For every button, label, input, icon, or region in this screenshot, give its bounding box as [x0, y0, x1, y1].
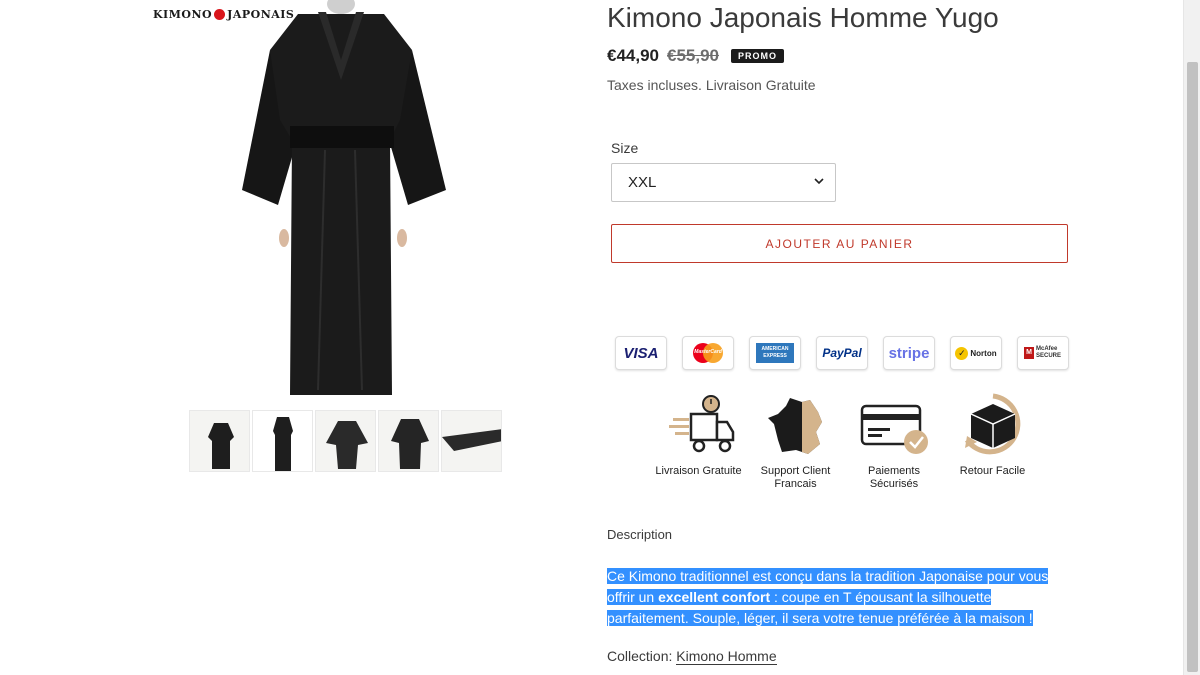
paypal-label: PayPal: [822, 346, 862, 360]
norton-check-icon: ✓: [955, 346, 969, 360]
feature-list: Livraison Gratuite Support Client Franca…: [650, 392, 1041, 491]
description-text: Ce Kimono traditionnel est conçu dans la…: [607, 566, 1057, 629]
size-selected-value: XXL: [628, 174, 657, 191]
page-scrollbar[interactable]: [1183, 0, 1200, 675]
price-row: €44,90 €55,90 PROMO: [607, 46, 785, 66]
thumbnail-1[interactable]: [189, 410, 250, 472]
feature-payment-label: Paiements Sécurisés: [868, 465, 920, 490]
norton-label: Norton: [970, 348, 997, 358]
mcafee-shield-icon: M: [1024, 347, 1034, 359]
amex-icon: AMERICAN EXPRESS: [749, 336, 801, 370]
payment-badges: VISA MasterCard AMERICAN EXPRESS PayPal …: [615, 336, 1069, 370]
feature-return: Retour Facile: [944, 392, 1041, 491]
original-price: €55,90: [667, 46, 719, 65]
norton-icon: ✓ Norton: [950, 336, 1002, 370]
logo-text-left: KIMONO: [153, 8, 213, 21]
brand-logo: KIMONO JAPONAIS: [153, 8, 294, 21]
kimono-photo: [242, 0, 446, 395]
visa-label: VISA: [623, 344, 659, 362]
feature-support-label: Support Client Francais: [760, 465, 831, 490]
thumbnail-2[interactable]: [252, 410, 313, 472]
mcafee-icon: M McAfee SECURE: [1017, 336, 1069, 370]
delivery-truck-icon: [668, 395, 734, 453]
feature-return-label: Retour Facile: [959, 465, 1026, 477]
return-box-icon: [964, 393, 1020, 455]
feature-support: Support Client Francais: [747, 392, 844, 491]
amex-label: AMERICAN EXPRESS: [756, 343, 794, 363]
tax-note: Taxes incluses. Livraison Gratuite: [607, 77, 816, 93]
description-heading: Description: [607, 527, 673, 542]
rising-sun-icon: [214, 9, 226, 20]
logo-text-right: JAPONAIS: [227, 8, 295, 21]
thumbnail-5[interactable]: [441, 410, 502, 472]
chevron-down-icon: [814, 178, 824, 185]
stripe-icon: stripe: [883, 336, 935, 370]
product-title: Kimono Japonais Homme Yugo: [607, 2, 999, 33]
thumbnail-4[interactable]: [378, 410, 439, 472]
collection-link[interactable]: Kimono Homme: [676, 648, 777, 665]
secure-card-icon: [860, 404, 928, 454]
paypal-icon: PayPal: [816, 336, 868, 370]
collection-label: Collection:: [607, 648, 673, 664]
collection-row: Collection: Kimono Homme: [607, 648, 777, 665]
mastercard-icon: MasterCard: [682, 336, 734, 370]
thumbnail-strip: [189, 410, 502, 472]
mcafee-label: McAfee SECURE: [1036, 346, 1062, 359]
current-price: €44,90: [607, 46, 659, 65]
add-to-cart-button[interactable]: AJOUTER AU PANIER: [611, 224, 1068, 263]
thumbnail-3[interactable]: [315, 410, 376, 472]
scrollbar-thumb[interactable]: [1187, 62, 1198, 672]
size-label: Size: [611, 140, 639, 156]
product-main-image[interactable]: KIMONO JAPONAIS: [150, 0, 530, 403]
france-map-icon: [767, 398, 822, 454]
size-select[interactable]: XXL: [611, 163, 836, 202]
feature-delivery: Livraison Gratuite: [650, 392, 747, 491]
promo-badge: PROMO: [731, 49, 785, 63]
feature-delivery-label: Livraison Gratuite: [655, 465, 742, 477]
visa-icon: VISA: [615, 336, 667, 370]
feature-payment: Paiements Sécurisés: [844, 392, 944, 491]
stripe-label: stripe: [888, 344, 930, 362]
description-bold: excellent confort: [658, 589, 771, 605]
mastercard-label: MasterCard: [694, 349, 722, 355]
